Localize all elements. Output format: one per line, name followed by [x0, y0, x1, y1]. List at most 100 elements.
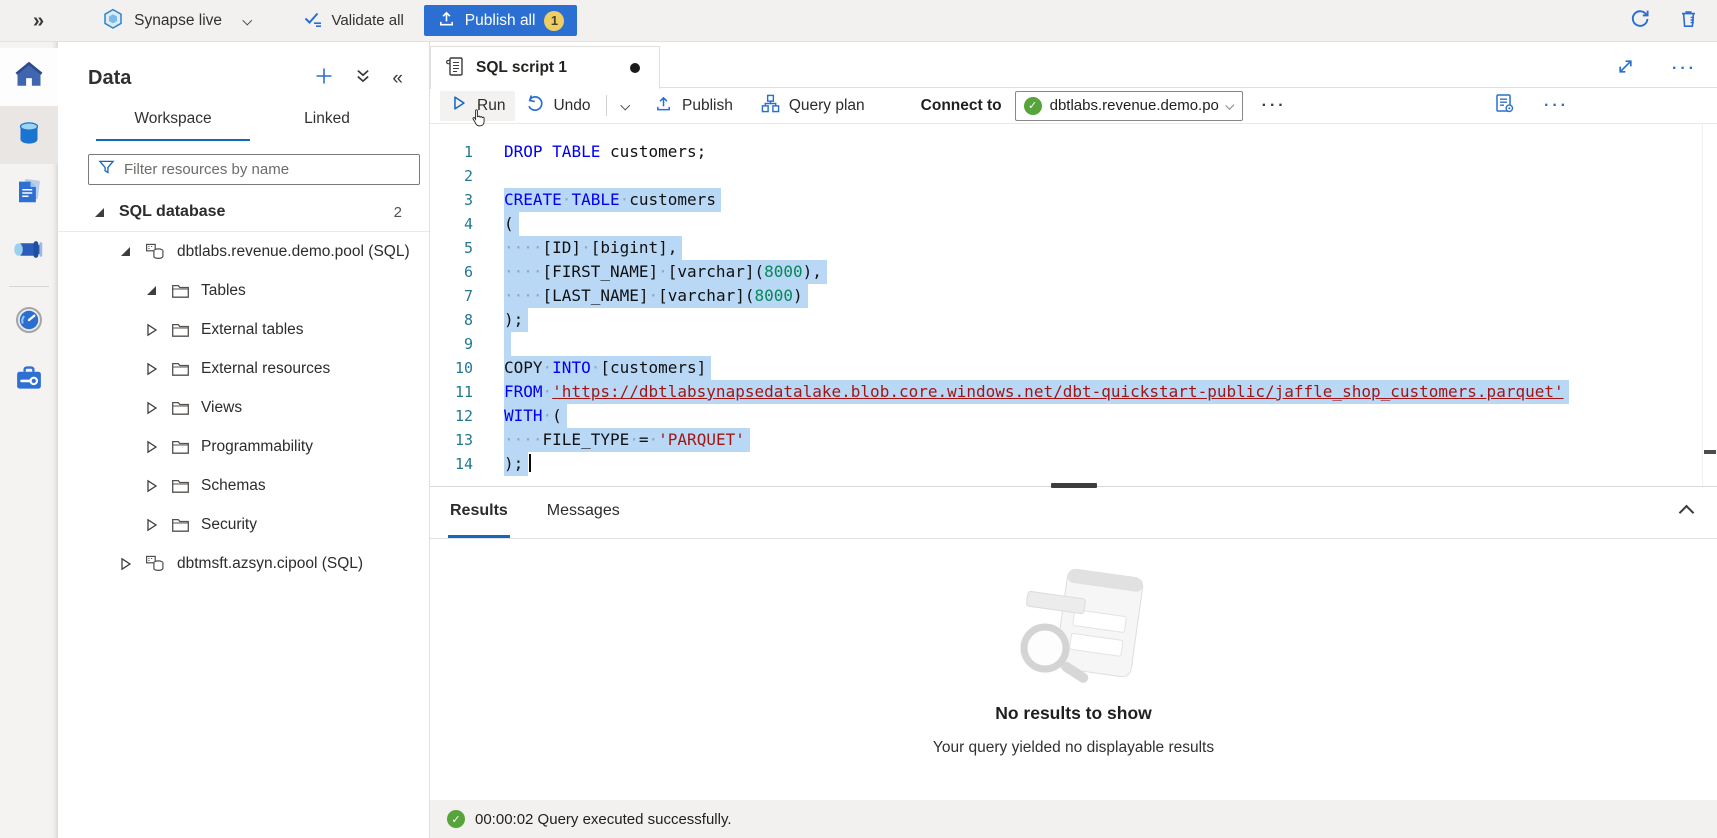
tree-item-security[interactable]: Security: [58, 505, 429, 544]
tree-item-label: Schemas: [201, 477, 266, 495]
expanded-arrow-icon[interactable]: [92, 208, 107, 217]
tree-item-external-tables[interactable]: External tables: [58, 310, 429, 349]
tree-item-sql-database[interactable]: SQL database2: [58, 193, 429, 232]
pool-icon: [145, 242, 166, 261]
tree-item-dbtmsft-azsyn-cipool-sql[interactable]: dbtmsft.azsyn.cipool (SQL): [58, 544, 429, 583]
code-line[interactable]: 9: [430, 332, 1717, 356]
query-plan-label: Query plan: [789, 97, 865, 115]
code-line[interactable]: 1DROP TABLE customers;: [430, 140, 1717, 164]
collapse-panel-icon[interactable]: «: [392, 69, 403, 88]
collapsed-arrow-icon[interactable]: [118, 557, 133, 571]
selection-highlight: [504, 332, 511, 356]
splitter-drag-handle[interactable]: [1051, 483, 1097, 488]
tab-messages[interactable]: Messages: [545, 487, 622, 538]
tree-item-tables[interactable]: Tables: [58, 271, 429, 310]
collapsed-arrow-icon[interactable]: [144, 518, 159, 532]
sidebar-item-integrate[interactable]: [0, 222, 58, 280]
code-line[interactable]: 6····[FIRST_NAME]·[varchar](8000),: [430, 260, 1717, 284]
sidebar-divider: [9, 286, 49, 287]
publish-all-button[interactable]: Publish all 1: [424, 5, 578, 36]
code-line[interactable]: 10COPY·INTO·[customers]: [430, 356, 1717, 380]
connect-pool-dropdown[interactable]: ✓ dbtlabs.revenue.demo.pool: [1015, 91, 1243, 121]
line-content: );: [473, 452, 531, 476]
sidebar-item-home[interactable]: [0, 48, 58, 106]
line-number: 7: [430, 284, 473, 308]
resource-tree: SQL database2 dbtlabs.revenue.demo.pool (…: [58, 193, 429, 583]
query-plan-button[interactable]: Query plan: [751, 91, 875, 121]
tab-title: SQL script 1: [476, 59, 567, 77]
line-number: 8: [430, 308, 473, 332]
selection-highlight: ····[LAST_NAME]·[varchar](8000): [504, 284, 808, 308]
discard-icon[interactable]: [1678, 8, 1699, 34]
collapsed-arrow-icon[interactable]: [144, 479, 159, 493]
connect-more-icon[interactable]: ···: [1262, 98, 1287, 114]
selection-highlight: ····FILE_TYPE·=·'PARQUET': [504, 428, 750, 452]
code-line[interactable]: 8);: [430, 308, 1717, 332]
code-token: ·: [591, 358, 601, 377]
tree-item-label: dbtlabs.revenue.demo.pool (SQL): [177, 243, 410, 261]
code-line[interactable]: 11FROM·'https://dbtlabsynapsedatalake.bl…: [430, 380, 1717, 404]
git-mode-selector[interactable]: Synapse live: [102, 8, 250, 34]
code-line[interactable]: 2: [430, 164, 1717, 188]
unsaved-changes-dot: [630, 63, 640, 73]
publish-count-badge: 1: [544, 11, 564, 31]
line-content: [473, 332, 511, 356]
sql-code-editor[interactable]: 1DROP TABLE customers;23CREATE·TABLE·cus…: [430, 124, 1717, 486]
expand-all-icon[interactable]: [355, 68, 371, 88]
code-line[interactable]: 4(: [430, 212, 1717, 236]
code-token: [ID]: [543, 238, 582, 257]
tab-linked[interactable]: Linked: [250, 110, 404, 141]
collapsed-arrow-icon[interactable]: [144, 440, 159, 454]
publish-button[interactable]: Publish: [644, 91, 743, 121]
tree-item-views[interactable]: Views: [58, 388, 429, 427]
code-line[interactable]: 14);: [430, 452, 1717, 476]
tree-item-dbtlabs-revenue-demo-pool-sql[interactable]: dbtlabs.revenue.demo.pool (SQL): [58, 232, 429, 271]
refresh-icon[interactable]: [1629, 8, 1651, 34]
collapsed-arrow-icon[interactable]: [144, 362, 159, 376]
line-content: );: [473, 308, 528, 332]
code-token: COPY: [504, 358, 543, 377]
line-content: CREATE·TABLE·customers: [473, 188, 721, 212]
tab-more-icon[interactable]: ···: [1672, 61, 1697, 77]
code-line[interactable]: 13····FILE_TYPE·=·'PARQUET': [430, 428, 1717, 452]
expanded-arrow-icon[interactable]: [118, 247, 133, 256]
collapsed-arrow-icon[interactable]: [144, 401, 159, 415]
sidebar-item-manage[interactable]: [0, 351, 58, 409]
expand-sidebar-icon[interactable]: »: [33, 11, 44, 31]
expand-editor-icon[interactable]: [1616, 57, 1635, 80]
sidebar-item-develop[interactable]: [0, 164, 58, 222]
sidebar-item-monitor[interactable]: [0, 293, 58, 351]
tree-item-programmability[interactable]: Programmability: [58, 427, 429, 466]
tree-item-external-resources[interactable]: External resources: [58, 349, 429, 388]
expanded-arrow-icon[interactable]: [144, 286, 159, 295]
data-explorer-panel: Data « Workspace Linked: [58, 42, 430, 838]
editor-tabstrip: SQL script 1 ···: [430, 42, 1717, 88]
code-line[interactable]: 12WITH·(: [430, 404, 1717, 428]
chevron-down-icon: [243, 16, 252, 25]
toolbar-more-icon[interactable]: ···: [1544, 98, 1569, 114]
code-line[interactable]: 5····[ID]·[bigint],: [430, 236, 1717, 260]
undo-redo-dropdown[interactable]: [612, 91, 639, 121]
tree-item-schemas[interactable]: Schemas: [58, 466, 429, 505]
tab-sql-script-1[interactable]: SQL script 1: [430, 46, 660, 89]
integrate-icon: [12, 236, 46, 267]
collapse-results-icon[interactable]: [1679, 505, 1695, 521]
tab-results[interactable]: Results: [448, 487, 510, 538]
collapsed-arrow-icon[interactable]: [144, 323, 159, 337]
view-settings-icon[interactable]: [1494, 93, 1515, 119]
editor-overview-ruler[interactable]: [1702, 124, 1717, 486]
code-token: customers;: [610, 142, 706, 161]
validate-all-button[interactable]: Validate all: [303, 9, 404, 33]
empty-results-title: No results to show: [430, 703, 1717, 724]
code-line[interactable]: 3CREATE·TABLE·customers: [430, 188, 1717, 212]
tab-workspace[interactable]: Workspace: [96, 110, 250, 141]
publish-icon: [654, 94, 673, 118]
code-line[interactable]: 7 ····[LAST_NAME]·[varchar](8000): [430, 284, 1717, 308]
undo-button[interactable]: Undo: [515, 91, 600, 121]
line-content: ····[FIRST_NAME]·[varchar](8000),: [473, 260, 827, 284]
synapse-studio-window: » Synapse live Validate all Publish all …: [0, 0, 1717, 838]
add-icon[interactable]: [314, 66, 334, 90]
filter-resources-input[interactable]: [124, 161, 410, 178]
selection-highlight: WITH·(: [504, 404, 567, 428]
sidebar-item-data[interactable]: [0, 106, 58, 164]
